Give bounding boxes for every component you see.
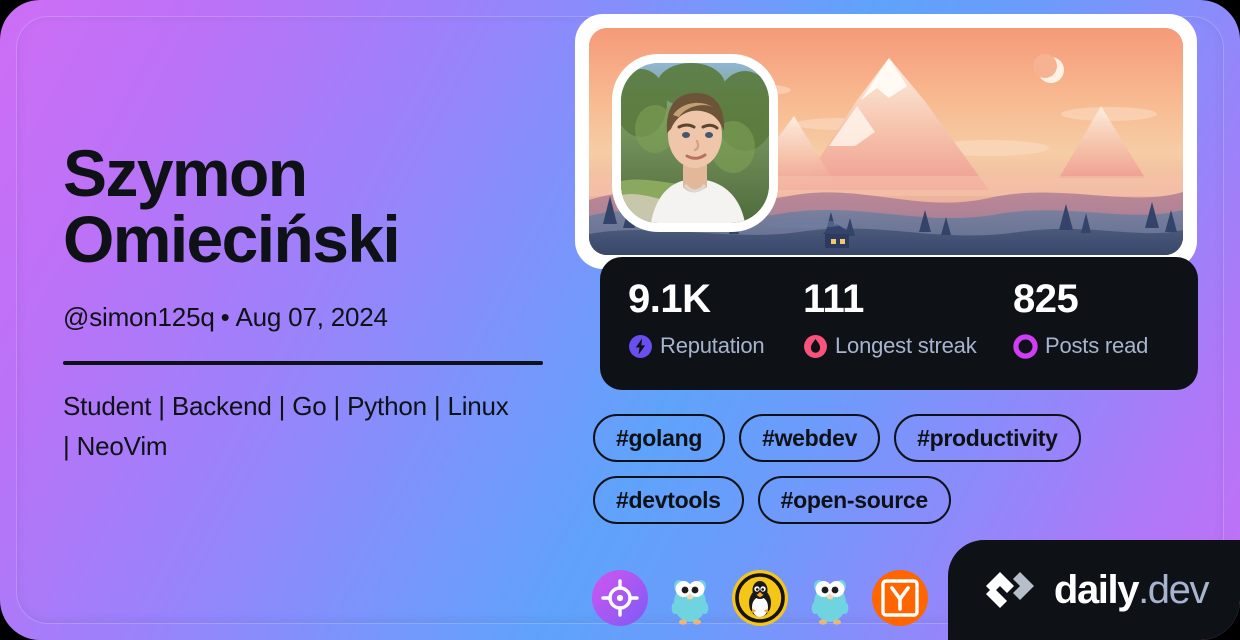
tag-pill[interactable]: #productivity — [894, 414, 1081, 462]
stat-reputation: 9.1K Reputation — [628, 279, 803, 390]
tag-pill[interactable]: #golang — [593, 414, 726, 462]
tag-pill[interactable]: #devtools — [593, 476, 744, 524]
profile-media-column: 9.1K Reputation 111 Longest streak 825 P… — [575, 14, 1205, 626]
cover-frame — [575, 14, 1197, 269]
tag-pill[interactable]: #open-source — [757, 476, 951, 524]
brand-tld: .dev — [1138, 568, 1209, 612]
tag-pill[interactable]: #webdev — [739, 414, 881, 462]
handle-date-separator: • — [220, 302, 230, 332]
stat-posts-read: 825 Posts read — [1013, 279, 1148, 390]
badge-list — [592, 570, 928, 626]
ring-icon — [1013, 333, 1038, 359]
daily-dev-logo-icon — [985, 572, 1034, 608]
profile-handle: @simon125q — [63, 302, 215, 332]
target-badge-icon[interactable] — [592, 570, 648, 626]
stat-label-row: Posts read — [1013, 333, 1148, 359]
profile-info-column: Szymon Omieciński @simon125q • Aug 07, 202… — [63, 140, 563, 467]
avatar-photo — [621, 63, 769, 223]
stat-label-row: Reputation — [628, 333, 803, 359]
avatar[interactable] — [612, 54, 778, 232]
brand-name: daily — [1053, 568, 1140, 612]
stats-bar: 9.1K Reputation 111 Longest streak 825 P… — [600, 257, 1198, 390]
profile-bio: Student | Backend | Go | Python | Linux … — [63, 391, 509, 461]
stat-value: 9.1K — [628, 277, 711, 321]
daily-dev-branding: daily.dev — [948, 540, 1240, 640]
page-title: Szymon Omieciński — [63, 136, 401, 276]
stat-label: Posts read — [1045, 333, 1149, 358]
profile-card: Szymon Omieciński @simon125q • Aug 07, 202… — [0, 0, 1240, 640]
stat-value: 111 — [803, 277, 864, 321]
handle-and-date: @simon125q • Aug 07, 2024 — [63, 302, 563, 333]
stat-label: Longest streak — [835, 333, 977, 358]
flame-icon — [804, 334, 827, 358]
bolt-icon — [629, 334, 652, 358]
stat-longest-streak: 111 Longest streak — [803, 279, 1013, 390]
stat-label: Reputation — [660, 333, 765, 358]
linux-badge-icon[interactable] — [732, 570, 788, 626]
daily-dev-wordmark: daily.dev — [1053, 568, 1210, 612]
stat-label-row: Longest streak — [803, 333, 1013, 359]
joined-date: Aug 07, 2024 — [235, 302, 388, 332]
stat-value: 825 — [1013, 277, 1079, 321]
tag-list: #golang #webdev #productivity #devtools … — [593, 414, 1203, 524]
gopher-badge-icon[interactable] — [802, 570, 858, 626]
section-divider — [63, 361, 543, 365]
hackernews-badge-icon[interactable] — [872, 570, 928, 626]
gopher-badge-icon[interactable] — [662, 570, 718, 626]
